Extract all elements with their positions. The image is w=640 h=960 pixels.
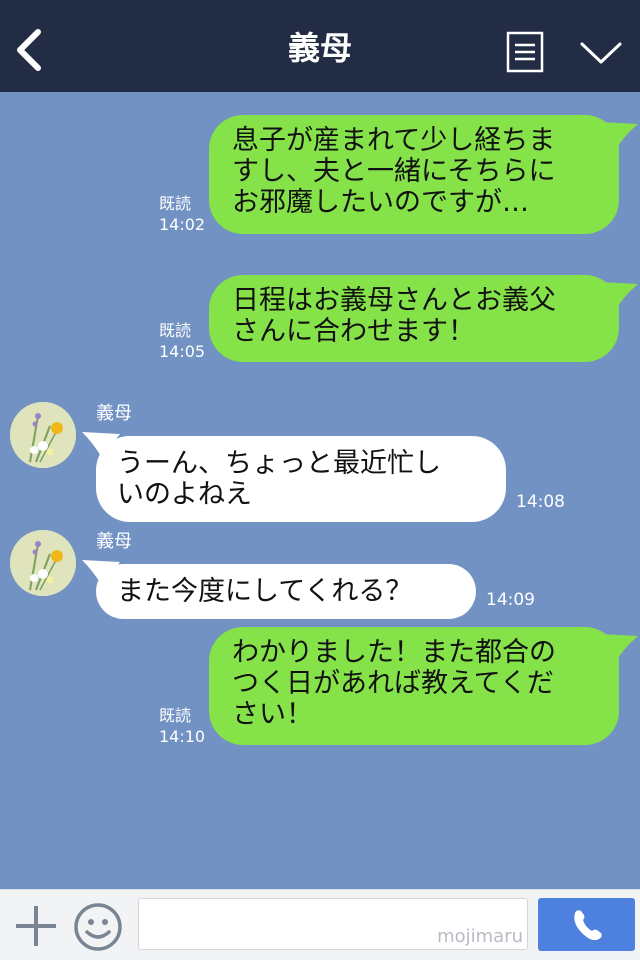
document-list-icon: [506, 31, 544, 73]
add-attachment-button[interactable]: [14, 904, 58, 948]
read-label: 既読: [159, 321, 192, 340]
phone-icon: [574, 910, 602, 941]
flower-avatar-icon: [10, 530, 76, 596]
message-time: 14:09: [486, 590, 535, 610]
chat-title: 義母: [287, 29, 352, 67]
chevron-left-icon: [17, 29, 41, 71]
received-message[interactable]: うーん、ちょっと最近忙し いのよねえ: [96, 436, 506, 522]
menu-button[interactable]: [506, 31, 544, 73]
watermark-text: mojimaru: [437, 926, 523, 947]
read-status: 既読 14:02: [159, 193, 205, 235]
sent-message[interactable]: わかりました！また都合の つく日があれば教えてくだ さい！: [209, 627, 619, 745]
sent-message[interactable]: 息子が産まれて少し経ちま すし、夫と一緒にそちらに お邪魔したいのですが…: [209, 115, 619, 234]
chevron-down-icon: [580, 42, 622, 64]
sent-message[interactable]: 日程はお義母さんとお義父 さんに合わせます！: [209, 275, 619, 362]
read-label: 既読: [159, 706, 192, 725]
smiley-icon: [74, 903, 122, 951]
call-button[interactable]: [538, 898, 635, 951]
message-time: 14:08: [516, 492, 565, 512]
avatar[interactable]: [10, 530, 76, 596]
flower-avatar-icon: [10, 402, 76, 468]
chat-header: 義母: [0, 0, 640, 92]
collapse-button[interactable]: [578, 38, 624, 68]
read-status: 既読 14:10: [159, 705, 205, 747]
emoji-button[interactable]: [73, 902, 123, 952]
message-input-bar: mojimaru: [0, 889, 640, 960]
message-time: 14:05: [159, 342, 206, 361]
message-time: 14:02: [159, 215, 206, 234]
back-button[interactable]: [8, 22, 52, 78]
received-message[interactable]: また今度にしてくれる？: [96, 564, 476, 619]
chat-screen: 義母 既読 14:02 息子が産まれて少し経ちま すし、夫と一緒にそちらに お邪…: [0, 0, 640, 960]
sender-name: 義母: [96, 531, 132, 552]
plus-icon: [16, 906, 56, 946]
message-time: 14:10: [159, 727, 206, 746]
avatar[interactable]: [10, 402, 76, 468]
sender-name: 義母: [96, 403, 132, 424]
read-status: 既読 14:05: [159, 320, 205, 362]
read-label: 既読: [159, 194, 192, 213]
